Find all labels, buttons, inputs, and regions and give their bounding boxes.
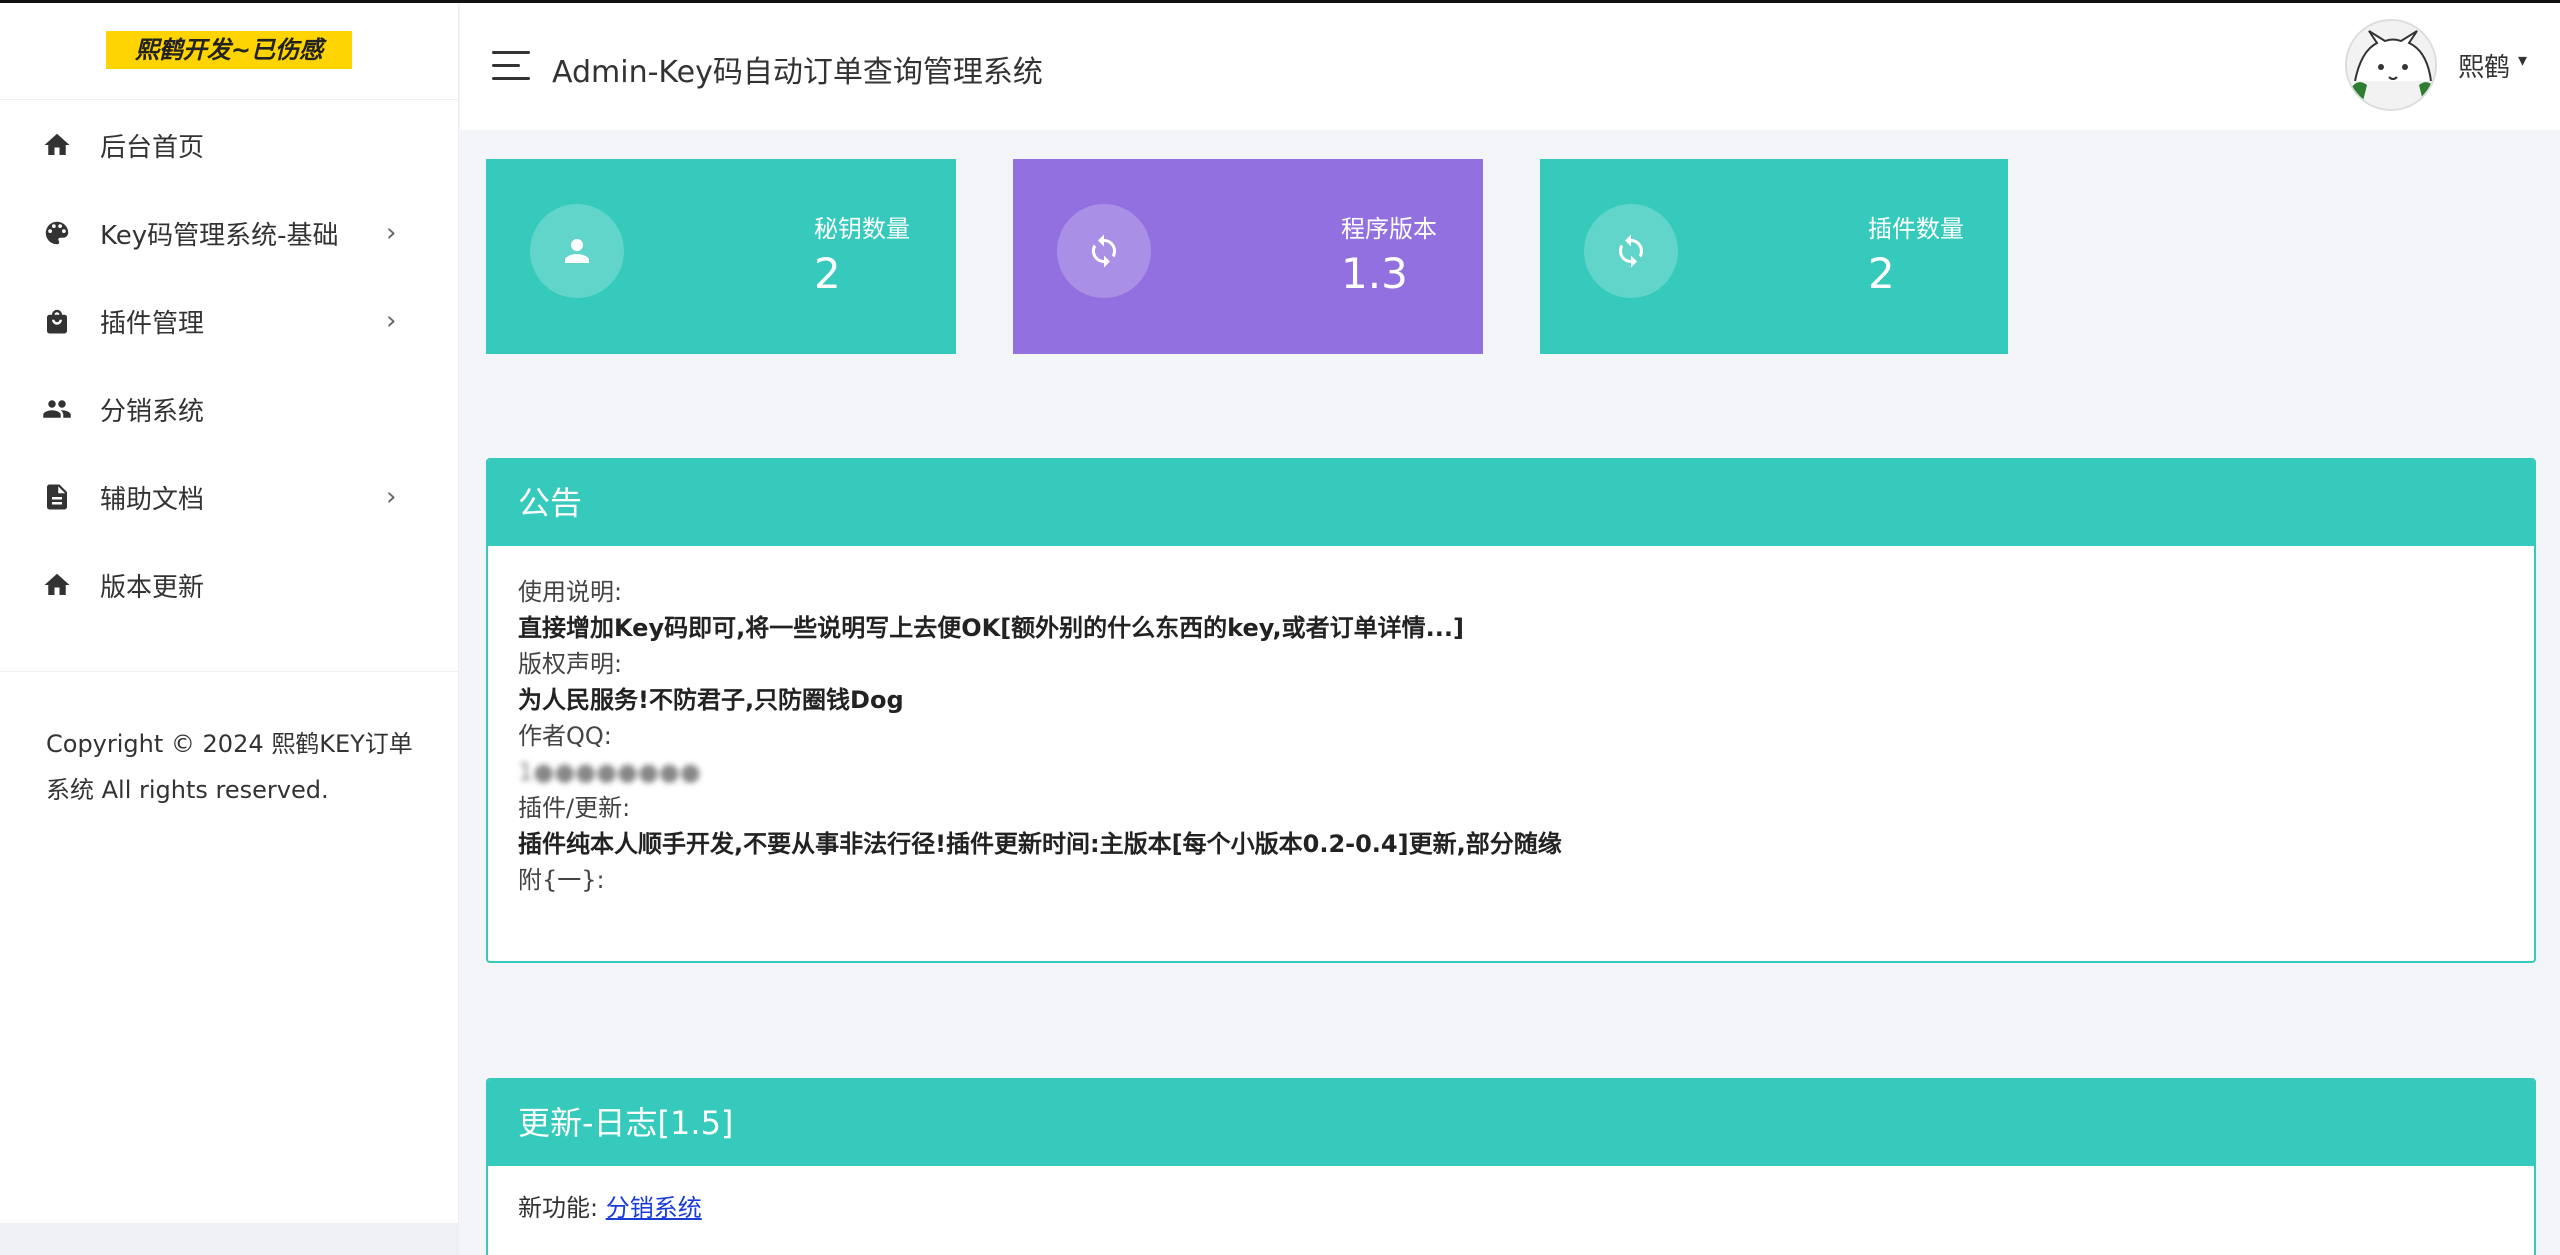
cat-avatar-icon [2347,21,2435,109]
notice-title: 公告 [488,460,2534,546]
sidebar-footer-strip [0,1223,459,1255]
document-icon [42,482,72,512]
brand-area: 熙鹤开发~已伤感 [0,3,458,100]
refresh-icon [1057,204,1151,298]
sidebar-divider [0,671,459,672]
notice-panel: 公告 使用说明: 直接增加Key码即可,将一些说明写上去便OK[额外别的什么东西… [486,458,2536,963]
brand-logo[interactable]: 熙鹤开发~已伤感 [106,31,352,69]
avatar[interactable] [2345,19,2437,111]
sidebar-item-label: 辅助文档 [100,484,205,515]
refresh-icon [1584,204,1678,298]
sidebar-item-version-update[interactable]: 版本更新 [0,555,459,615]
stat-value: 2 [1868,249,1895,298]
stat-card-plugins: 插件数量 2 [1540,159,2008,354]
sidebar-item-label: 版本更新 [100,572,205,603]
chevron-right-icon: › [386,218,397,248]
changelog-title: 更新-日志[1.5] [488,1080,2534,1166]
sidebar-item-label: 分销系统 [100,396,205,427]
feature-link[interactable]: 分销系统 [606,1194,702,1222]
appendix-label: 附{一}: [518,866,605,894]
qq-value: 1●●●●●●●● [518,758,701,786]
stat-value: 2 [814,249,841,298]
sidebar: 熙鹤开发~已伤感 后台首页 Key码管理系统-基础 › 插件管理 › 分销系统 … [0,3,459,1223]
sidebar-item-docs[interactable]: 辅助文档 › [0,467,459,527]
copyright-label: 版权声明: [518,650,623,678]
sidebar-item-plugins[interactable]: 插件管理 › [0,291,459,351]
stat-value: 1.3 [1341,249,1408,298]
top-header: Admin-Key码自动订单查询管理系统 熙鹤 ▾ [460,3,2560,130]
chevron-right-icon: › [386,306,397,336]
sidebar-copyright: Copyright © 2024 熙鹤KEY订单系统 All rights re… [46,730,413,804]
stat-card-keys: 秘钥数量 2 [486,159,956,354]
usage-text: 直接增加Key码即可,将一些说明写上去便OK[额外别的什么东西的key,或者订单… [518,614,1464,642]
chevron-right-icon: › [386,482,397,512]
feature-label: 新功能: [518,1194,606,1222]
stat-label: 秘钥数量 [814,215,910,243]
sidebar-item-label: 插件管理 [100,308,205,339]
menu-toggle-icon[interactable] [492,51,530,81]
plugin-text: 插件纯本人顺手开发,不要从事非法行径!插件更新时间:主版本[每个小版本0.2-0… [518,830,1562,858]
plugin-label: 插件/更新: [518,794,631,822]
sidebar-item-distribution[interactable]: 分销系统 [0,379,459,439]
notice-body: 使用说明: 直接增加Key码即可,将一些说明写上去便OK[额外别的什么东西的ke… [488,546,2534,926]
sidebar-item-home[interactable]: 后台首页 [0,115,459,175]
sidebar-item-key-management[interactable]: Key码管理系统-基础 › [0,203,459,263]
caret-down-icon[interactable]: ▾ [2518,50,2527,71]
stat-label: 程序版本 [1341,215,1437,243]
shopping-bag-icon [42,306,72,336]
sidebar-item-label: 后台首页 [100,132,205,163]
changelog-body: 新功能: 分销系统 [488,1166,2534,1254]
stat-card-version: 程序版本 1.3 [1013,159,1483,354]
page-title: Admin-Key码自动订单查询管理系统 [552,55,1043,90]
user-menu[interactable]: 熙鹤 [2458,47,2510,84]
stat-label: 插件数量 [1868,215,1964,243]
changelog-panel: 更新-日志[1.5] 新功能: 分销系统 [486,1078,2536,1255]
user-icon [530,204,624,298]
copyright-text: 为人民服务!不防君子,只防圈钱Dog [518,686,904,714]
qq-label: 作者QQ: [518,722,612,750]
home-icon [42,130,72,160]
usage-label: 使用说明: [518,578,623,606]
people-icon [42,394,72,424]
sidebar-item-label: Key码管理系统-基础 [100,220,339,251]
palette-icon [42,218,72,248]
home-icon [42,570,72,600]
